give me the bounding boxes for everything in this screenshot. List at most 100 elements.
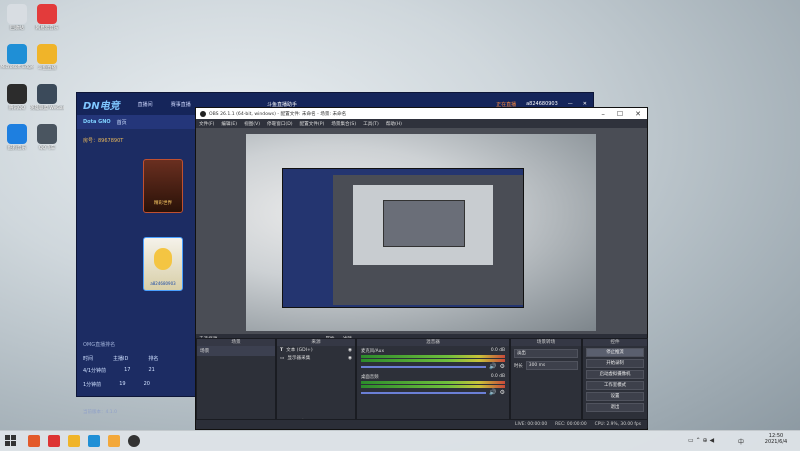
cpu-usage: CPU: 2.9%, 30.00 fps: [594, 422, 641, 427]
ranking-time: 4/1分钟前: [83, 367, 107, 374]
tab-events[interactable]: 赛事直播: [171, 101, 191, 108]
card1-caption: 精彩世界: [154, 201, 172, 206]
assistant-sidebar: Dota GNO 首页 房号：8967890T 精彩世界 a824680903 …: [77, 115, 197, 415]
preview-canvas[interactable]: [246, 134, 596, 331]
explorer-taskbar-icon[interactable]: [108, 435, 120, 447]
close-icon[interactable]: ✕: [635, 110, 641, 118]
sidebar-item-dota[interactable]: Dota GNO: [83, 119, 111, 125]
qq-speed-icon: [37, 124, 57, 144]
menu-item[interactable]: 编辑(E): [221, 121, 237, 127]
gear-icon[interactable]: ⚙: [500, 363, 505, 370]
sidebar-item-home[interactable]: 首页: [117, 119, 127, 126]
status-bar: LIVE: 00:00:00 REC: 00:00:00 CPU: 2.9%, …: [196, 419, 647, 429]
stop-stream-button[interactable]: 停止推流: [586, 348, 644, 357]
transitions-panel: 场景转场 淡出 时长 300 ms: [510, 338, 582, 428]
ranking-rank: 20: [143, 381, 150, 387]
stream-card-2[interactable]: a824680903: [143, 237, 183, 291]
ranking-col-id: 主播ID: [113, 355, 129, 362]
scene-item[interactable]: 场景: [197, 346, 275, 356]
taskbar: ▭ ⌃ ⊕ ◀ 中 12:50 2021/6/4: [0, 430, 800, 451]
tab-live-room[interactable]: 直播间: [138, 101, 153, 108]
obs-window[interactable]: OBS 26.1.1 (64-bit, windows) - 配置文件: 未命名…: [195, 107, 648, 430]
studio-mode-button[interactable]: 工作室模式: [586, 381, 644, 390]
obs-titlebar: OBS 26.1.1 (64-bit, windows) - 配置文件: 未命名…: [196, 108, 647, 119]
captured-preview: [353, 185, 493, 265]
qq-icon: [7, 84, 27, 104]
tray-icons[interactable]: ▭ ⌃ ⊕ ◀: [688, 437, 714, 444]
edge-icon: [7, 44, 27, 64]
controls-header: 控件: [583, 339, 647, 346]
virtual-camera-button[interactable]: 启动虚拟摄像机: [586, 370, 644, 379]
mixer-db: 0.0 dB: [490, 374, 505, 379]
menu-item[interactable]: 工具(T): [363, 121, 379, 127]
gear-icon[interactable]: ⚙: [500, 389, 505, 396]
volume-slider[interactable]: [361, 391, 487, 394]
desktop-icon-qq[interactable]: 腾讯QQ: [0, 84, 34, 111]
menu-item[interactable]: 配置文件(P): [300, 121, 325, 127]
douyu-icon: [37, 44, 57, 64]
sources-header: 来源: [277, 339, 355, 346]
desktop-icon-edge[interactable]: Microsoft Edge: [0, 44, 34, 70]
folder-taskbar-icon[interactable]: [68, 435, 80, 447]
mixer-panel: 混音器 麦克风/Aux 0.0 dB 🔊 ⚙ 桌面音频 0.0 dB 🔊 ⚙: [356, 338, 510, 428]
desktop-icon-douyu[interactable]: 斗鱼直播: [30, 44, 64, 71]
version-footer: 当前版本：4.1.0: [83, 410, 117, 415]
desktop-icon-qq-speed[interactable]: QQ飞车: [30, 124, 64, 151]
ranking-id: 19: [119, 381, 126, 387]
obs-logo-icon: [200, 110, 206, 117]
clock[interactable]: 12:50 2021/6/4: [756, 433, 796, 445]
desktop-icon-lol[interactable]: 英雄联盟 WeGame版: [30, 84, 64, 111]
live-timer: LIVE: 00:00:00: [515, 422, 548, 427]
desktop-icon-label: QQ飞车: [38, 146, 56, 151]
duration-label: 时长: [514, 363, 523, 369]
volume-slider[interactable]: [361, 365, 487, 368]
transitions-header: 场景转场: [511, 339, 581, 346]
mixer-label: 麦克风/Aux: [361, 349, 385, 354]
desktop-icon-recycle-bin[interactable]: 回收站: [0, 4, 34, 31]
table-row: 4/1分钟前 17 21: [77, 363, 191, 377]
obs-menubar: 文件(F) 编辑(E) 视图(V) 停靠窗口(D) 配置文件(P) 场景集合(S) 工具(T…: [196, 119, 647, 128]
transition-select[interactable]: 淡出: [514, 349, 578, 358]
settings-button[interactable]: 设置: [586, 392, 644, 401]
windows-start-icon[interactable]: [5, 435, 17, 447]
recycle-bin-icon: [7, 4, 27, 24]
duration-input[interactable]: 300 ms: [525, 361, 578, 370]
eye-icon[interactable]: ◉: [348, 356, 352, 361]
menu-item[interactable]: 视图(V): [244, 121, 260, 127]
clock-date: 2021/6/4: [764, 439, 788, 445]
exit-button[interactable]: 退出: [586, 403, 644, 412]
text-icon: T: [280, 347, 284, 353]
minimize-icon[interactable]: –: [601, 110, 605, 118]
ime-indicator[interactable]: 中: [738, 437, 744, 446]
source-item[interactable]: ▭ 显示器采集 ◉: [277, 354, 355, 362]
menu-item[interactable]: 场景集合(S): [331, 121, 356, 127]
netease-music-icon: [37, 4, 57, 24]
douyu-taskbar-icon[interactable]: [28, 435, 40, 447]
preview-area[interactable]: [196, 128, 647, 340]
ranking-col-rank: 排名: [148, 355, 159, 362]
scenes-panel: 场景 场景 + − ⌃ ⌄: [196, 338, 276, 428]
volume-meter: [361, 355, 505, 358]
monitor-icon: ▭: [280, 355, 285, 361]
desktop-icon-label: 腾讯QQ: [8, 106, 26, 111]
speaker-icon[interactable]: 🔊: [489, 363, 496, 370]
stream-card-1[interactable]: 精彩世界: [143, 159, 183, 213]
edge-taskbar-icon[interactable]: [88, 435, 100, 447]
mixer-channel-desktop: 桌面音频 0.0 dB 🔊 ⚙: [357, 372, 509, 398]
volume-meter: [361, 385, 505, 388]
menu-item[interactable]: 停靠窗口(D): [267, 121, 293, 127]
netease-taskbar-icon[interactable]: [48, 435, 60, 447]
desktop-icon-kugou[interactable]: 酷狗音乐: [0, 124, 34, 151]
menu-item[interactable]: 文件(F): [199, 121, 214, 127]
eye-icon[interactable]: ◉: [348, 348, 352, 353]
start-recording-button[interactable]: 开始录制: [586, 359, 644, 368]
desktop-icon-netease-music[interactable]: 网易云音乐: [30, 4, 64, 31]
source-label: 文本 (GDI+): [286, 348, 313, 353]
menu-item[interactable]: 帮助(H): [386, 121, 402, 127]
volume-meter: [361, 359, 505, 362]
speaker-icon[interactable]: 🔊: [489, 389, 496, 396]
maximize-icon[interactable]: ☐: [617, 110, 623, 118]
obs-taskbar-icon[interactable]: [128, 435, 140, 447]
ranking-title: OMG直播排名: [83, 341, 116, 348]
source-item[interactable]: T 文本 (GDI+) ◉: [277, 346, 355, 354]
